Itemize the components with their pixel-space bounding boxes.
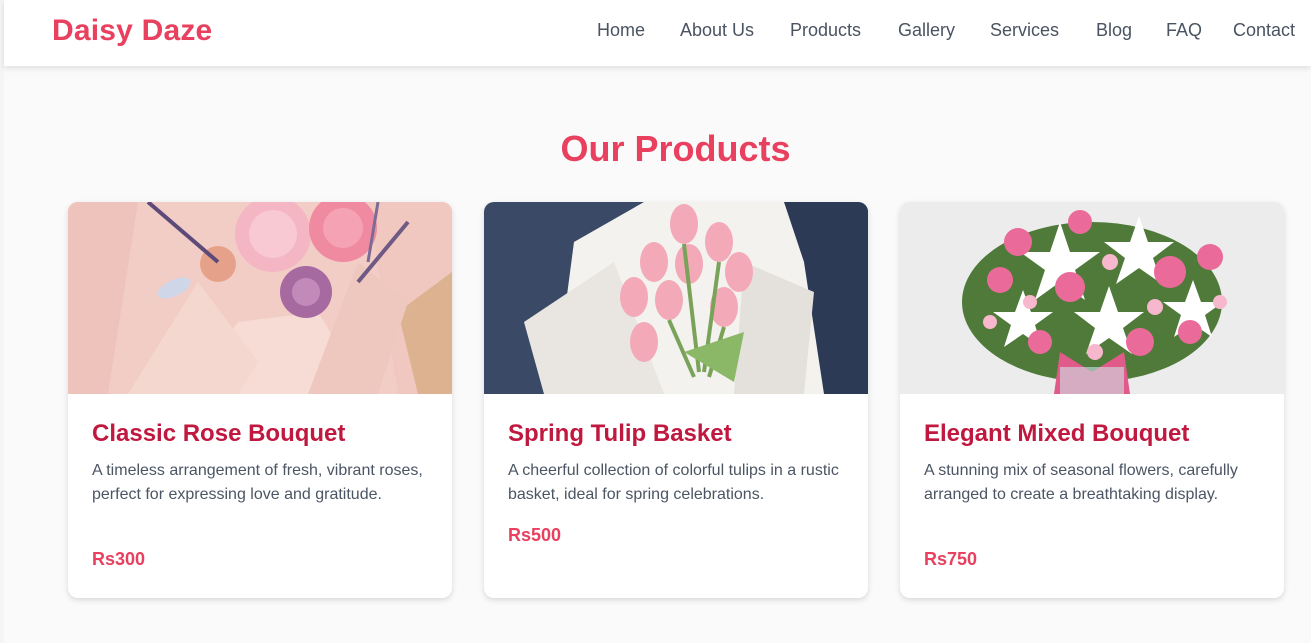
product-image (900, 202, 1284, 394)
product-image (68, 202, 452, 394)
product-card[interactable]: Classic Rose Bouquet A timeless arrangem… (68, 202, 452, 598)
product-price: Rs300 (92, 549, 146, 569)
main-nav: Home About Us Products Gallery Services … (4, 20, 1311, 46)
nav-link-products[interactable]: Products (790, 20, 861, 41)
product-price: Rs750 (924, 549, 978, 569)
product-price: Rs500 (508, 525, 562, 545)
nav-link-about-us[interactable]: About Us (680, 20, 754, 41)
product-card[interactable]: Spring Tulip Basket A cheerful collectio… (484, 202, 868, 598)
section-title: Our Products (560, 128, 791, 169)
top-navigation-bar: Daisy Daze Home About Us Products Galler… (4, 0, 1311, 66)
product-title: Spring Tulip Basket (508, 420, 732, 447)
page: Daisy Daze Home About Us Products Galler… (4, 0, 1311, 643)
product-description: A cheerful collection of colorful tulips… (508, 462, 839, 503)
nav-link-home[interactable]: Home (597, 20, 645, 41)
product-title: Classic Rose Bouquet (92, 420, 346, 447)
product-card[interactable]: Elegant Mixed Bouquet A stunning mix of … (900, 202, 1284, 598)
nav-link-services[interactable]: Services (990, 20, 1059, 41)
product-title: Elegant Mixed Bouquet (924, 420, 1190, 447)
product-description: A stunning mix of seasonal flowers, care… (924, 462, 1238, 503)
product-image (484, 202, 868, 394)
nav-link-faq[interactable]: FAQ (1166, 20, 1202, 41)
nav-link-contact[interactable]: Contact (1233, 20, 1295, 41)
nav-link-blog[interactable]: Blog (1096, 20, 1132, 41)
nav-link-gallery[interactable]: Gallery (898, 20, 955, 41)
product-description: A timeless arrangement of fresh, vibrant… (92, 462, 423, 503)
